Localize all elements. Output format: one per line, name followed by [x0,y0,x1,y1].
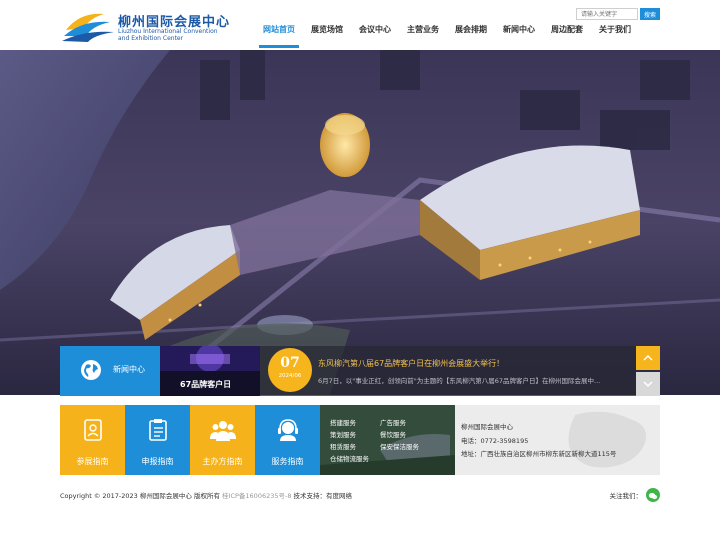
news-thumbnail[interactable]: 67品牌客户日 [160,346,260,396]
services-panel: 搭建服务 广告服务 策划服务 餐饮服务 租赁服务 保安保洁服务 仓储物流服务 [320,405,455,475]
news-title[interactable]: 东风柳汽第八届67品牌客户日在柳州会展盛大举行！ [318,358,504,369]
news-pager [636,346,660,396]
icp-license-link[interactable]: 桂ICP备16006235号-8 [222,492,291,500]
application-guide-tile[interactable]: 申报指南 [125,405,190,475]
chevron-down-icon [643,381,653,388]
header: 柳州国际会展中心 Liuzhou International Conventio… [0,0,720,50]
contact-panel: 柳州国际会展中心 电话：0772-3598195 地址：广西壮族自治区柳州市柳东… [455,405,660,475]
nav-item-business[interactable]: 主营业务 [399,20,447,50]
group-people-icon [210,421,236,441]
news-day: 07 [280,355,300,371]
organizer-guide-tile[interactable]: 主办方指南 [190,405,255,475]
news-center-tab[interactable]: 新闻中心 [60,346,160,396]
news-item[interactable]: 07 2024/06 东风柳汽第八届67品牌客户日在柳州会展盛大举行！ 6月7日… [260,346,636,396]
contact-name: 柳州国际会展中心 [461,423,513,431]
service-link-catering[interactable]: 餐饮服务 [380,429,406,439]
search-box: 搜索 [576,8,660,20]
exhibitor-guide-tile[interactable]: 参展指南 [60,405,125,475]
chevron-up-icon [643,354,653,361]
nav-item-about[interactable]: 关于我们 [591,20,639,50]
logo-english-name: Liuzhou International Convention and Exh… [118,28,218,42]
guides-section: 参展指南 申报指南 主办方指南 服务指南 搭建服务 广告服务 策划服务 餐饮服务… [60,405,660,475]
nav-item-conference[interactable]: 会议中心 [351,20,399,50]
nav-item-home[interactable]: 网站首页 [255,20,303,50]
globe-icon [81,360,101,380]
thumbnail-caption: 67品牌客户日 [180,380,232,389]
application-guide-label: 申报指南 [141,457,174,466]
news-date-badge: 07 2024/06 [268,348,312,392]
main-nav: 网站首页 展览场馆 会议中心 主营业务 展会排期 新闻中心 周边配套 关于我们 [255,20,639,50]
copyright-text: Copyright © 2017-2023 柳州国际会展中心 版权所有 桂ICP… [60,490,352,500]
news-strip: 新闻中心 67品牌客户日 07 2024/06 东风柳汽第八届67品牌客户日在柳… [60,346,660,396]
exhibitor-badge-icon [84,419,102,441]
service-link-advertising[interactable]: 广告服务 [380,417,406,427]
customer-service-headset-icon [278,419,298,441]
contact-address: 地址：广西壮族自治区柳州市柳东新区新柳大道115号 [461,450,617,458]
news-year-month: 2024/06 [278,373,302,379]
copyright: Copyright © 2017-2023 柳州国际会展中心 版权所有 [60,492,223,500]
news-center-label: 新闻中心 [113,365,145,374]
service-guide-tile[interactable]: 服务指南 [255,405,320,475]
exhibitor-guide-label: 参展指南 [76,457,109,466]
news-description: 6月7日，以"事业正红，创领向前"为主题的【东风柳汽第八届67品牌客户日】在柳州… [318,377,601,385]
organizer-guide-label: 主办方指南 [202,457,243,466]
tech-support: 技术支持：有度网络 [291,492,353,500]
logo-wave-icon [62,13,114,42]
clipboard-list-icon [149,419,167,441]
hero-banner-image [0,50,720,395]
footer: Copyright © 2017-2023 柳州国际会展中心 版权所有 桂ICP… [60,488,660,502]
search-button[interactable]: 搜索 [640,8,660,20]
wechat-glyph [648,492,658,500]
service-link-construction[interactable]: 搭建服务 [330,417,356,427]
wechat-icon[interactable] [646,488,660,502]
service-link-rental[interactable]: 租赁服务 [330,441,356,451]
nav-item-venues[interactable]: 展览场馆 [303,20,351,50]
page: 柳州国际会展中心 Liuzhou International Conventio… [0,0,720,540]
contact-phone: 电话：0772-3598195 [461,437,529,445]
service-guide-label: 服务指南 [271,457,304,466]
service-link-logistics[interactable]: 仓储物流服务 [330,453,369,463]
services-background-image [320,405,455,475]
nav-item-surroundings[interactable]: 周边配套 [543,20,591,50]
nav-item-news[interactable]: 新闻中心 [495,20,543,50]
site-logo[interactable]: 柳州国际会展中心 Liuzhou International Conventio… [60,6,230,46]
news-prev-button[interactable] [636,346,660,370]
nav-item-schedule[interactable]: 展会排期 [447,20,495,50]
follow-us-label: 关注我们： [609,492,643,500]
search-input[interactable] [576,8,638,20]
service-link-security-cleaning[interactable]: 保安保洁服务 [380,441,419,451]
service-link-planning[interactable]: 策划服务 [330,429,356,439]
news-next-button[interactable] [636,372,660,396]
